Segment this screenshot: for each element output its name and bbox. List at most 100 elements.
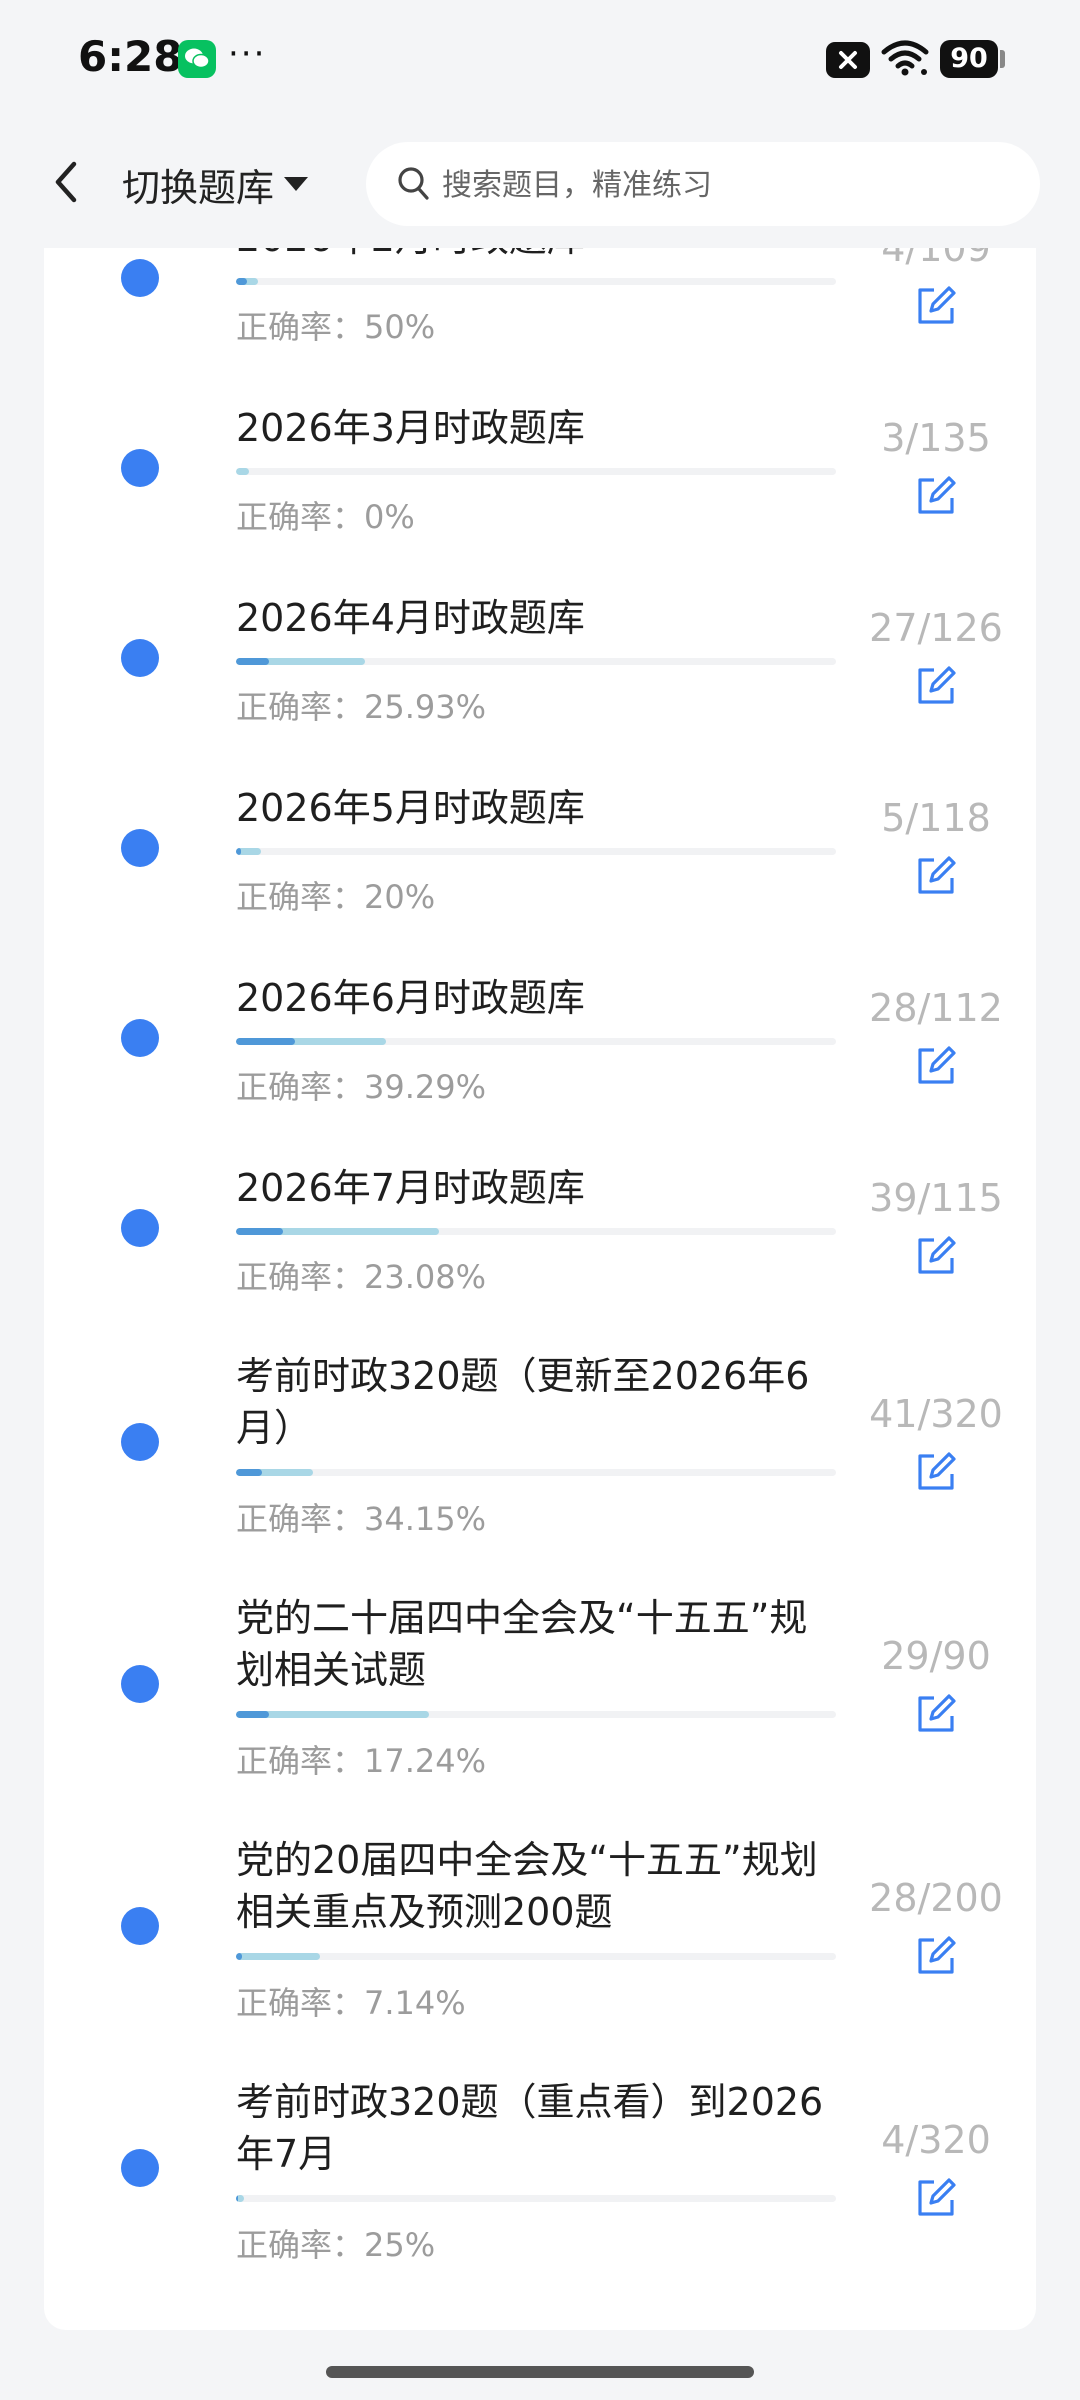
caret-down-icon xyxy=(284,177,309,191)
bank-title: 党的二十届四中全会及“十五五”规划相关试题 xyxy=(236,1596,808,1692)
accuracy-text: 正确率：39.29% xyxy=(236,1062,486,1108)
status-dot xyxy=(121,449,159,487)
status-dot xyxy=(121,1209,159,1247)
battery-icon: 90 xyxy=(940,40,998,78)
accuracy-text: 正确率：34.15% xyxy=(236,1494,486,1540)
accuracy-text: 正确率：20% xyxy=(236,872,435,918)
status-dot xyxy=(121,829,159,867)
status-dot xyxy=(121,1907,159,1945)
progress-bar xyxy=(236,1038,836,1045)
progress-fill xyxy=(236,1953,320,1960)
accuracy-text: 正确率：50% xyxy=(236,302,435,348)
accuracy-value: 20% xyxy=(364,878,436,916)
accuracy-fill xyxy=(236,1228,283,1235)
edit-icon[interactable] xyxy=(914,1692,958,1736)
accuracy-text: 正确率：23.08% xyxy=(236,1252,486,1298)
more-notifications-icon: ··· xyxy=(228,34,267,74)
progress-bar xyxy=(236,1953,836,1960)
accuracy-fill xyxy=(236,2195,238,2202)
accuracy-value: 25.93% xyxy=(364,688,487,726)
edit-icon[interactable] xyxy=(914,664,958,708)
accuracy-fill xyxy=(236,278,247,285)
search-icon xyxy=(398,167,429,200)
accuracy-text: 正确率：0% xyxy=(236,492,415,538)
accuracy-fill xyxy=(236,658,270,665)
switch-bank-label: 切换题库 xyxy=(122,165,275,210)
accuracy-text: 正确率：25.93% xyxy=(236,682,486,728)
home-indicator[interactable] xyxy=(326,2366,754,2378)
edit-icon[interactable] xyxy=(914,1044,958,1088)
edit-icon[interactable] xyxy=(914,1234,958,1278)
progress-bar xyxy=(236,2195,836,2202)
edit-icon[interactable] xyxy=(914,854,958,898)
accuracy-label: 正确率： xyxy=(236,1258,365,1296)
accuracy-label: 正确率： xyxy=(236,2226,365,2264)
accuracy-value: 50% xyxy=(364,308,436,346)
edit-icon[interactable] xyxy=(914,1934,958,1978)
accuracy-label: 正确率： xyxy=(236,1068,365,1106)
progress-bar xyxy=(236,278,836,285)
progress-bar xyxy=(236,1711,836,1718)
bank-title: 党的20届四中全会及“十五五”规划相关重点及预测200题 xyxy=(236,1838,818,1934)
progress-count: 3/135 xyxy=(881,416,991,460)
accuracy-label: 正确率： xyxy=(236,688,365,726)
accuracy-text: 正确率：25% xyxy=(236,2220,435,2266)
bank-title: 2026年3月时政题库 xyxy=(236,406,585,450)
progress-count: 28/200 xyxy=(869,1876,1003,1920)
edit-icon[interactable] xyxy=(914,1450,958,1494)
bank-title: 2026年4月时政题库 xyxy=(236,596,585,640)
status-dot xyxy=(121,2149,159,2187)
edit-icon[interactable] xyxy=(914,2176,958,2220)
wechat-icon xyxy=(178,40,216,78)
accuracy-label: 正确率： xyxy=(236,308,365,346)
status-dot xyxy=(121,1423,159,1461)
progress-count: 5/118 xyxy=(881,796,991,840)
progress-bar xyxy=(236,1228,836,1235)
edit-icon[interactable] xyxy=(914,284,958,328)
bank-title: 2026年6月时政题库 xyxy=(236,976,585,1020)
accuracy-label: 正确率： xyxy=(236,1500,365,1538)
battery-tip xyxy=(1000,50,1005,68)
screen: 2026年2月时政题库 正确率：50% 4/109 2026年3月时政题库 xyxy=(0,0,1080,2400)
accuracy-text: 正确率：17.24% xyxy=(236,1736,486,1782)
progress-bar xyxy=(236,658,836,665)
clock: 6:28 xyxy=(78,32,183,81)
wifi-icon xyxy=(881,40,929,76)
progress-bar xyxy=(236,1469,836,1476)
switch-bank-dropdown[interactable]: 切换题库 xyxy=(122,156,309,212)
no-sim-icon xyxy=(826,42,870,78)
progress-count: 41/320 xyxy=(869,1392,1003,1436)
accuracy-fill xyxy=(236,848,242,855)
accuracy-value: 25% xyxy=(364,2226,436,2264)
status-dot xyxy=(121,639,159,677)
status-dot xyxy=(121,1665,159,1703)
bank-title: 考前时政320题（重点看）到2026年7月 xyxy=(236,2080,824,2176)
progress-count: 28/112 xyxy=(869,986,1003,1030)
accuracy-fill xyxy=(236,1953,242,1960)
progress-count: 27/126 xyxy=(869,606,1003,650)
progress-bar xyxy=(236,468,836,475)
bank-title: 2026年7月时政题库 xyxy=(236,1166,585,1210)
bank-title: 2026年5月时政题库 xyxy=(236,786,585,830)
search-input[interactable] xyxy=(440,142,1004,228)
status-dot xyxy=(121,1019,159,1057)
search-box[interactable] xyxy=(366,142,1040,228)
accuracy-label: 正确率： xyxy=(236,878,365,916)
progress-count: 39/115 xyxy=(869,1176,1003,1220)
progress-count: 29/90 xyxy=(881,1634,991,1678)
progress-count: 4/320 xyxy=(881,2118,991,2162)
edit-icon[interactable] xyxy=(914,474,958,518)
accuracy-value: 39.29% xyxy=(364,1068,487,1106)
accuracy-label: 正确率： xyxy=(236,498,365,536)
back-arrow-icon[interactable] xyxy=(40,150,90,214)
accuracy-value: 34.15% xyxy=(364,1500,487,1538)
accuracy-value: 0% xyxy=(364,498,415,536)
accuracy-text: 正确率：7.14% xyxy=(236,1978,466,2024)
progress-fill xyxy=(236,468,250,475)
accuracy-value: 23.08% xyxy=(364,1258,487,1296)
status-bar: 6:28 ··· 90 xyxy=(0,0,1080,120)
accuracy-label: 正确率： xyxy=(236,1742,365,1780)
bank-title: 考前时政320题（更新至2026年6月） xyxy=(236,1354,810,1450)
accuracy-label: 正确率： xyxy=(236,1984,365,2022)
accuracy-value: 7.14% xyxy=(364,1984,466,2022)
